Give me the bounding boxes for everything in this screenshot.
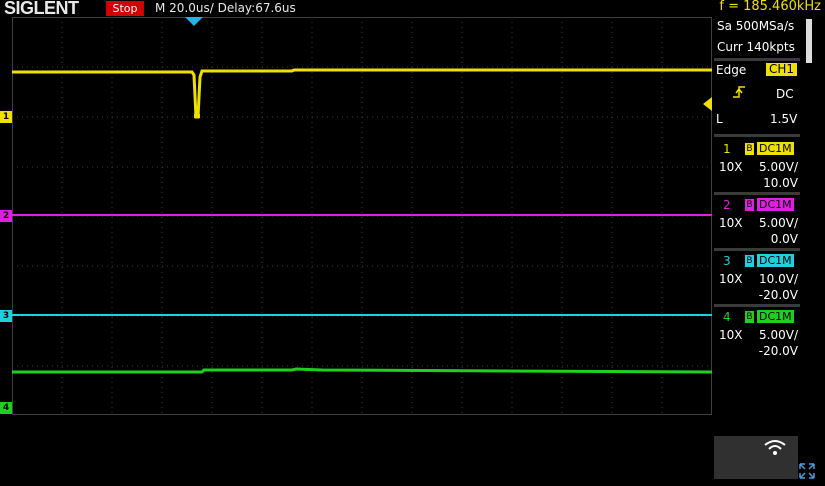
- separator: [714, 192, 800, 195]
- trigger-level: 1.5V: [770, 112, 798, 126]
- ch1-glitch: [194, 114, 200, 118]
- fullscreen-icon[interactable]: [799, 463, 815, 479]
- ch2-number: 2: [723, 198, 731, 212]
- timebase-readout[interactable]: M 20.0us/ Delay:67.6us: [155, 0, 296, 17]
- ch4-number: 4: [723, 310, 731, 324]
- trigger-source-badge: CH1: [766, 63, 798, 76]
- ch4-bw-mark: B: [745, 311, 754, 323]
- ch3-scale: 10.0V/: [759, 272, 798, 286]
- ch4-probe: 10X: [719, 328, 743, 342]
- rising-edge-icon: [733, 86, 745, 98]
- run-stop-badge[interactable]: Stop: [106, 1, 144, 16]
- separator: [714, 304, 800, 307]
- ch1-offset: 10.0V: [763, 176, 798, 190]
- ch4-offset-marker[interactable]: 4: [0, 402, 12, 414]
- waveform-display[interactable]: [12, 17, 712, 415]
- ch3-panel[interactable]: 3 B DC1M 10X 10.0V/ -20.0V: [714, 252, 800, 304]
- trigger-panel[interactable]: Edge CH1 DC L 1.5V: [714, 61, 800, 132]
- ch1-probe: 10X: [719, 160, 743, 174]
- ch4-coupling-badge: DC1M: [757, 310, 794, 323]
- network-status-box[interactable]: [714, 436, 798, 479]
- ch4-panel[interactable]: 4 B DC1M 10X 5.00V/ -20.0V: [714, 308, 800, 360]
- ch4-scale: 5.00V/: [759, 328, 798, 342]
- timebase-scale: M 20.0us/: [155, 1, 214, 15]
- trigger-coupling: DC: [776, 87, 794, 101]
- wifi-icon: [764, 440, 786, 455]
- info-scrollbar[interactable]: [806, 19, 812, 63]
- ch2-coupling-badge: DC1M: [757, 198, 794, 211]
- ch2-offset: 0.0V: [770, 232, 798, 246]
- ch3-coupling-badge: DC1M: [757, 254, 794, 267]
- ch3-offset: -20.0V: [758, 288, 798, 302]
- waveform-grid: [12, 17, 712, 415]
- memory-depth: Curr 140kpts: [717, 40, 795, 54]
- ch1-bw-mark: B: [745, 143, 754, 155]
- sample-rate: Sa 500MSa/s: [717, 19, 795, 33]
- frequency-counter: f = 185.460kHz: [719, 0, 821, 14]
- delay-readout: Delay:67.6us: [217, 1, 296, 15]
- ch1-offset-marker[interactable]: 1: [0, 111, 12, 123]
- separator: [714, 248, 800, 251]
- ch3-number: 3: [723, 254, 731, 268]
- ch1-panel[interactable]: 1 B DC1M 10X 5.00V/ 10.0V: [714, 140, 800, 192]
- ch1-marker-label: 1: [2, 112, 10, 122]
- bottom-bar: [0, 480, 825, 486]
- ch2-bw-mark: B: [745, 199, 754, 211]
- ch2-scale: 5.00V/: [759, 216, 798, 230]
- trigger-position-icon[interactable]: [185, 17, 203, 26]
- ch3-bw-mark: B: [745, 255, 754, 267]
- ch2-marker-label: 2: [2, 211, 10, 221]
- trigger-type: Edge: [716, 63, 747, 77]
- ch3-probe: 10X: [719, 272, 743, 286]
- ch2-panel[interactable]: 2 B DC1M 10X 5.00V/ 0.0V: [714, 196, 800, 248]
- trigger-mode: L: [716, 112, 723, 126]
- separator: [714, 134, 800, 137]
- ch1-number: 1: [723, 142, 731, 156]
- ch2-probe: 10X: [719, 216, 743, 230]
- ch1-coupling-badge: DC1M: [757, 142, 794, 155]
- trigger-level-icon[interactable]: [703, 97, 712, 111]
- ch4-offset: -20.0V: [758, 344, 798, 358]
- ch3-marker-label: 3: [2, 311, 10, 321]
- top-status-bar: SIGLENT Stop M 20.0us/ Delay:67.6us f = …: [0, 0, 825, 18]
- ch2-offset-marker[interactable]: 2: [0, 210, 12, 222]
- ch3-offset-marker[interactable]: 3: [0, 310, 12, 322]
- ch1-scale: 5.00V/: [759, 160, 798, 174]
- ch4-trace: [12, 367, 712, 374]
- ch4-marker-label: 4: [2, 403, 10, 413]
